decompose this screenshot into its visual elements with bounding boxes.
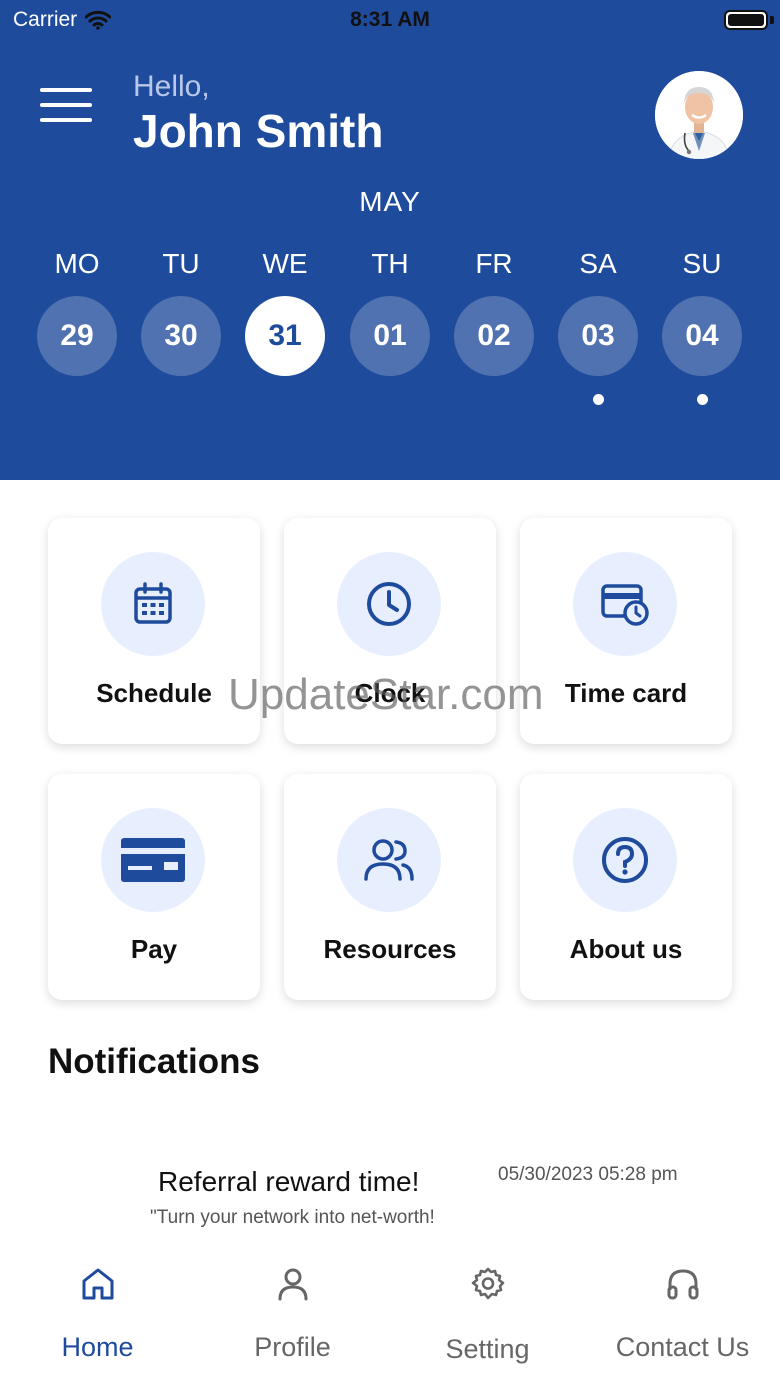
credit-card-icon <box>101 808 205 912</box>
battery-tip <box>770 16 774 24</box>
day-label: MO <box>54 248 100 279</box>
tile-label: Schedule <box>96 678 212 708</box>
day-label: SU <box>682 248 722 279</box>
date-button[interactable]: 30 <box>141 296 221 376</box>
users-icon <box>337 808 441 912</box>
day-th: TH 01 <box>350 248 430 376</box>
calendar-month: MAY <box>359 186 421 217</box>
date-button[interactable]: 01 <box>350 296 430 376</box>
date-button[interactable]: 03 <box>558 296 638 376</box>
notification-date: 05/30/2023 05:28 pm <box>498 1164 678 1185</box>
doctor-avatar-image <box>655 71 743 159</box>
nav-label: Profile <box>254 1332 331 1362</box>
date-button[interactable]: 29 <box>37 296 117 376</box>
user-name: John Smith <box>133 105 384 157</box>
notifications-title: Notifications <box>48 1042 260 1081</box>
user-icon <box>195 1262 390 1306</box>
day-su: SU 04 <box>662 248 742 405</box>
tile-label: Time card <box>564 678 688 708</box>
day-sa: SA 03 <box>558 248 638 405</box>
nav-label: Home <box>61 1332 134 1362</box>
notification-heading: Referral reward time! <box>158 1166 420 1197</box>
day-fr: FR 02 <box>454 248 534 376</box>
status-bar: Carrier 8:31 AM <box>0 0 780 40</box>
schedule-tile[interactable]: Schedule <box>48 518 260 744</box>
tile-label: Clock <box>354 678 426 708</box>
notification-body: "Turn your network into net-worth! <box>150 1207 435 1228</box>
nav-label: Contact Us <box>615 1332 750 1362</box>
about-us-tile[interactable]: About us <box>520 774 732 1000</box>
header: Carrier 8:31 AM Hello, John Smith MAY MO… <box>0 0 780 480</box>
home-icon <box>0 1262 195 1306</box>
nav-label: Setting <box>445 1334 530 1364</box>
gear-icon <box>390 1262 585 1306</box>
resources-tile[interactable]: Resources <box>284 774 496 1000</box>
calendar-icon <box>101 552 205 656</box>
help-icon <box>573 808 677 912</box>
date-button[interactable]: 02 <box>454 296 534 376</box>
status-time: 8:31 AM <box>350 8 430 31</box>
day-label: SA <box>579 248 617 279</box>
menu-button[interactable] <box>40 88 92 128</box>
time-card-icon <box>573 552 677 656</box>
day-tu: TU 30 <box>141 248 221 376</box>
day-mo: MO 29 <box>37 248 117 376</box>
day-label: WE <box>262 248 308 279</box>
clock-tile[interactable]: Clock <box>284 518 496 744</box>
day-label: TU <box>162 248 200 279</box>
date-button-selected[interactable]: 31 <box>245 296 325 376</box>
tile-label: Resources <box>323 934 457 964</box>
event-dot <box>592 394 604 405</box>
pay-tile[interactable]: Pay <box>48 774 260 1000</box>
tile-label: Pay <box>130 934 178 964</box>
nav-home[interactable]: Home <box>0 1262 195 1363</box>
date-button[interactable]: 04 <box>662 296 742 376</box>
day-we: WE 31 <box>245 248 325 376</box>
avatar[interactable] <box>655 71 743 159</box>
bottom-nav: Home Profile Setting Contact Us <box>0 1240 780 1387</box>
day-label: TH <box>371 248 409 279</box>
battery-icon <box>724 10 768 30</box>
time-card-tile[interactable]: Time card <box>520 518 732 744</box>
day-label: FR <box>475 248 513 279</box>
event-dot <box>696 394 708 405</box>
clock-icon <box>337 552 441 656</box>
tile-label: About us <box>569 934 683 964</box>
nav-contact-us[interactable]: Contact Us <box>585 1262 780 1363</box>
greeting: Hello, <box>133 70 210 103</box>
nav-profile[interactable]: Profile <box>195 1262 390 1363</box>
nav-setting[interactable]: Setting <box>390 1262 585 1365</box>
notification-item[interactable]: Referral reward time! 05/30/2023 05:28 p… <box>140 1160 740 1240</box>
headphones-icon <box>585 1262 780 1306</box>
